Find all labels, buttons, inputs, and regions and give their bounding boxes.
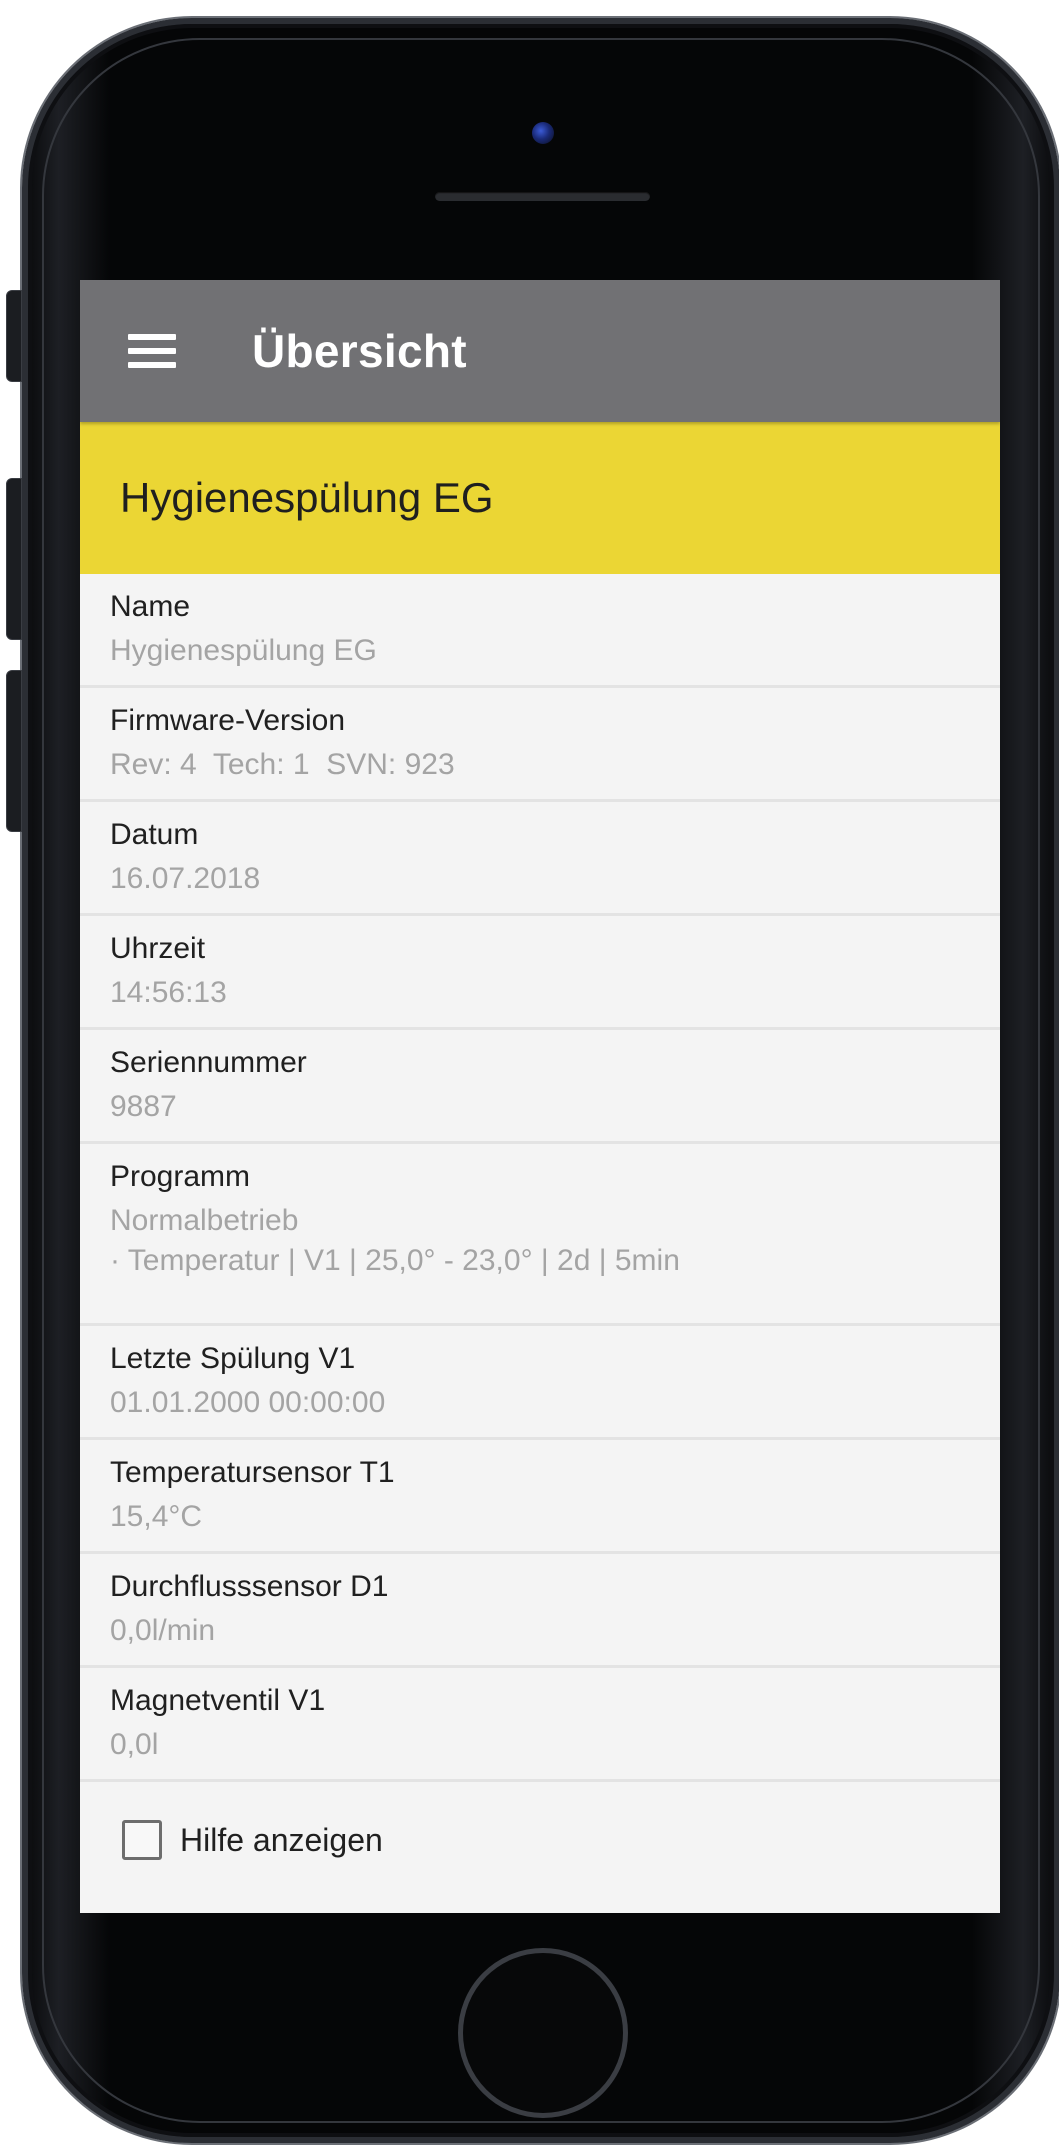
field-temperature-sensor-t1: Temperatursensor T1 15,4°C xyxy=(80,1440,1000,1554)
device-title: Hygienespülung EG xyxy=(120,474,494,521)
field-label: Firmware-Version xyxy=(110,704,346,737)
front-camera xyxy=(532,122,554,144)
field-value: 01.01.2000 00:00:00 xyxy=(110,1386,386,1419)
field-name: Name Hygienespülung EG xyxy=(80,574,1000,688)
field-serial-number: Seriennummer 9887 xyxy=(80,1030,1000,1144)
field-date: Datum 16.07.2018 xyxy=(80,802,1000,916)
silent-switch xyxy=(6,290,22,382)
volume-up-button xyxy=(6,478,22,640)
field-solenoid-valve-v1: Magnetventil V1 0,0l xyxy=(80,1668,1000,1782)
field-value: 15,4°C xyxy=(110,1500,203,1533)
app-bar: Übersicht xyxy=(80,280,1000,422)
hamburger-menu-icon[interactable] xyxy=(128,334,176,368)
earpiece-speaker xyxy=(435,192,650,201)
help-toggle[interactable]: Hilfe anzeigen xyxy=(80,1820,1000,1860)
field-value: 0,0l xyxy=(110,1728,159,1761)
field-label: Programm xyxy=(110,1160,251,1193)
field-label: Datum xyxy=(110,818,199,851)
home-button[interactable] xyxy=(458,1948,628,2118)
field-value: 9887 xyxy=(110,1090,177,1123)
field-label: Temperatursensor T1 xyxy=(110,1456,395,1489)
app-screen: Übersicht Hygienespülung EG Name Hygiene… xyxy=(80,280,1000,1913)
field-value: 16.07.2018 xyxy=(110,862,261,895)
device-banner: Hygienespülung EG xyxy=(80,422,1000,574)
field-value: Hygienespülung EG xyxy=(110,634,377,667)
field-label: Name xyxy=(110,590,191,623)
help-checkbox[interactable] xyxy=(122,1820,162,1860)
field-value: 0,0l/min xyxy=(110,1614,216,1647)
field-value: Rev: 4 Tech: 1 SVN: 923 xyxy=(110,748,455,781)
field-last-flush-v1: Letzte Spülung V1 01.01.2000 00:00:00 xyxy=(80,1326,1000,1440)
field-program: Programm Normalbetrieb · Temperatur | V1… xyxy=(80,1144,1000,1326)
field-label: Seriennummer xyxy=(110,1046,307,1079)
field-flow-sensor-d1: Durchflusssensor D1 0,0l/min xyxy=(80,1554,1000,1668)
field-value: 14:56:13 xyxy=(110,976,227,1009)
page-title: Übersicht xyxy=(252,325,467,377)
program-step: · Temperatur | V1 | 25,0° - 23,0° | 2d |… xyxy=(110,1244,680,1277)
field-label: Magnetventil V1 xyxy=(110,1684,326,1717)
field-label: Uhrzeit xyxy=(110,932,206,965)
field-label: Durchflusssensor D1 xyxy=(110,1570,389,1603)
volume-down-button xyxy=(6,670,22,832)
field-firmware-version: Firmware-Version Rev: 4 Tech: 1 SVN: 923 xyxy=(80,688,1000,802)
field-time: Uhrzeit 14:56:13 xyxy=(80,916,1000,1030)
field-label: Letzte Spülung V1 xyxy=(110,1342,356,1375)
info-list: Name Hygienespülung EG Firmware-Version … xyxy=(80,574,1000,1782)
field-value: Normalbetrieb xyxy=(110,1204,299,1237)
help-label[interactable]: Hilfe anzeigen xyxy=(180,1822,383,1859)
